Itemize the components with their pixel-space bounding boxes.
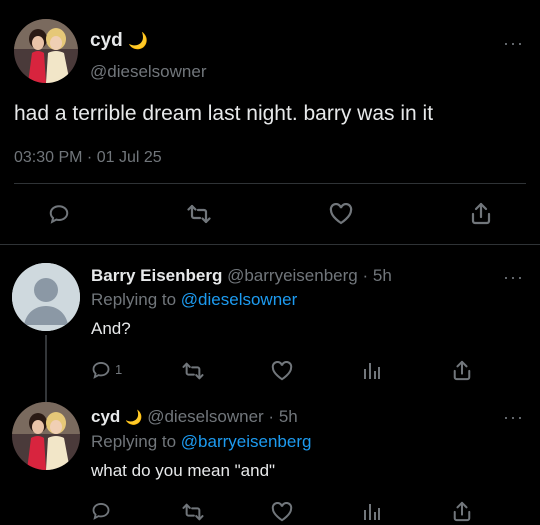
reply-text: what do you mean "and" [91,461,276,480]
replying-to-link[interactable]: @barryeisenberg [181,432,312,451]
author-handle[interactable]: @dieselsowner [90,62,206,82]
retweet-icon[interactable] [182,502,204,522]
more-options-icon[interactable]: ··· [503,268,524,286]
reply-icon[interactable] [91,360,111,380]
replying-to-prefix: Replying to [91,432,177,451]
share-icon[interactable] [452,500,472,522]
share-icon[interactable] [470,201,492,225]
tweet-timestamp[interactable]: 03:30 PM · 01 Jul 25 [14,149,162,167]
reply-age[interactable]: 5h [279,407,298,426]
dot-separator: · [362,266,369,285]
moon-emoji: 🌙 [125,409,143,425]
author-name[interactable]: cyd 🌙 [90,30,148,52]
more-options-icon[interactable]: ··· [503,408,524,426]
retweet-icon[interactable] [182,361,204,381]
reply-author-name[interactable]: Barry Eisenberg [91,266,222,285]
avatar-barry[interactable] [12,263,80,331]
moon-emoji: 🌙 [128,33,148,50]
tweet-text: had a terrible dream last night. barry w… [14,102,434,125]
like-icon[interactable] [271,361,293,381]
author-display-name[interactable]: cyd [90,30,123,51]
dot-separator: · [268,407,275,426]
reply-icon[interactable] [48,203,70,225]
reply-author-handle[interactable]: @dieselsowner [147,407,263,426]
share-icon[interactable] [452,359,472,381]
thread-line [45,335,47,403]
reply-header: Barry Eisenberg @barryeisenberg · 5h [91,266,392,286]
retweet-icon[interactable] [187,203,211,225]
reply-age[interactable]: 5h [373,266,392,285]
divider [0,244,540,245]
reply-author-handle[interactable]: @barryeisenberg [227,266,358,285]
more-options-icon[interactable]: ··· [503,34,524,52]
reply-author-name[interactable]: cyd [91,407,120,426]
reply-text: And? [91,319,131,338]
replying-to-link[interactable]: @dieselsowner [181,290,297,309]
replying-to: Replying to @dieselsowner [91,290,297,310]
replying-to: Replying to @barryeisenberg [91,432,311,452]
avatar-cyd[interactable] [14,19,78,83]
reply-icon[interactable] [91,501,111,521]
avatar-cyd[interactable] [12,402,80,470]
reply-count: 1 [115,362,123,377]
analytics-icon[interactable] [363,500,381,522]
like-icon[interactable] [329,203,353,225]
replying-to-prefix: Replying to [91,290,177,309]
analytics-icon[interactable] [363,359,381,381]
like-icon[interactable] [271,502,293,522]
divider [14,183,526,184]
reply-header: cyd 🌙 @dieselsowner · 5h [91,407,298,427]
